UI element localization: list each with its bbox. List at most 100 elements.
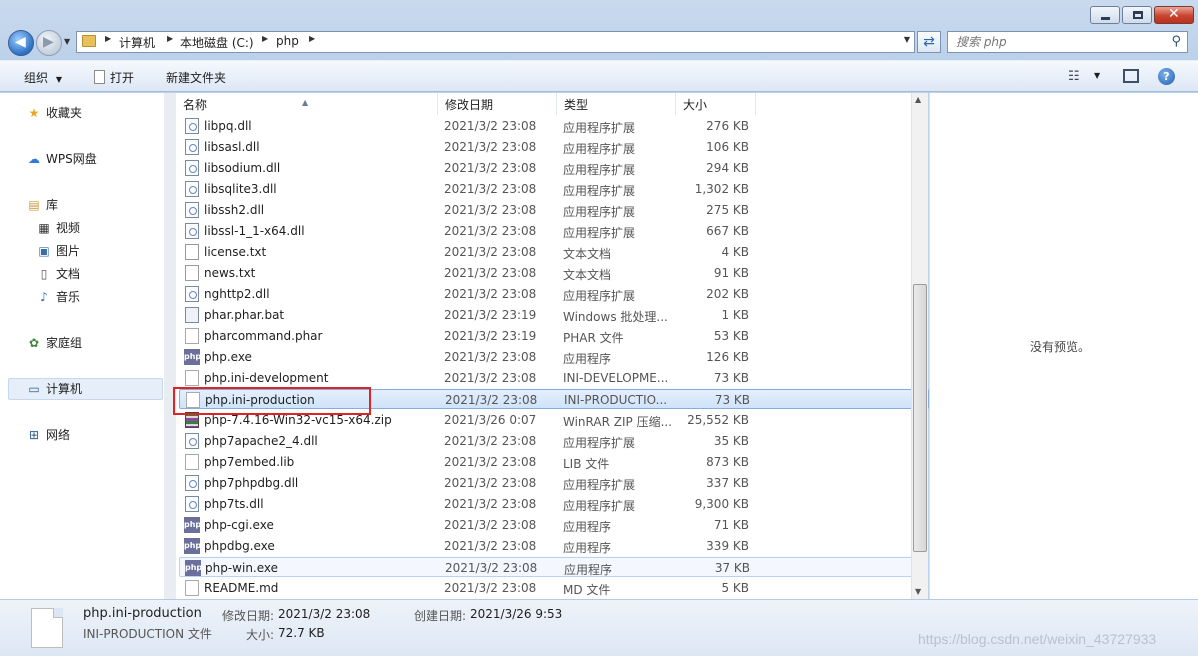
sidebar-item-wps-cloud[interactable]: ☁ WPS网盘	[26, 150, 97, 167]
file-size: 73 KB	[713, 371, 749, 385]
sidebar-item-pictures[interactable]: ▣ 图片	[36, 242, 80, 259]
new-folder-button[interactable]: 新建文件夹	[166, 69, 226, 86]
details-modified-value: 2021/3/2 23:08	[278, 607, 371, 621]
file-row[interactable]: libsasl.dll 2021/3/2 23:08 应用程序扩展 106 KB	[179, 137, 929, 157]
file-row[interactable]: libsqlite3.dll 2021/3/2 23:08 应用程序扩展 1,302 …	[179, 179, 929, 199]
breadcrumb-separator-icon[interactable]: ▶	[167, 34, 173, 43]
file-size: 71 KB	[713, 518, 749, 532]
file-row[interactable]: phar.phar.bat 2021/3/2 23:19 Windows 批处理..…	[179, 305, 929, 325]
file-type: 应用程序	[564, 563, 613, 577]
file-row[interactable]: php php-win.exe 2021/3/2 23:08 应用程序 37 KB	[179, 557, 929, 577]
breadcrumb-php[interactable]: php	[276, 34, 299, 48]
file-row[interactable]: libsodium.dll 2021/3/2 23:08 应用程序扩展 294 KB	[179, 158, 929, 178]
sidebar-item-homegroup[interactable]: ✿ 家庭组	[26, 334, 82, 351]
file-type: WinRAR ZIP 压缩...	[563, 415, 673, 429]
refresh-button[interactable]: ⇄	[917, 31, 941, 53]
file-type: 应用程序扩展	[563, 499, 636, 513]
column-header-label: 修改日期	[445, 98, 494, 112]
file-type: INI-DEVELOPME...	[563, 371, 669, 385]
column-header-label: 类型	[564, 98, 589, 112]
file-row[interactable]: php7embed.lib 2021/3/2 23:08 LIB 文件 873 KB	[179, 452, 929, 472]
file-size: 1 KB	[721, 308, 749, 322]
file-row[interactable]: php.ini-development 2021/3/2 23:08 INI-DEV…	[179, 368, 929, 388]
sidebar-item-favorites[interactable]: ★ 收藏夹	[26, 104, 82, 121]
file-date: 2021/3/2 23:08	[444, 140, 537, 154]
column-header-date[interactable]: 修改日期	[438, 93, 557, 115]
file-row[interactable]: php7apache2_4.dll 2021/3/2 23:08 应用程序扩展 35 …	[179, 431, 929, 451]
file-type: 应用程序	[563, 352, 612, 366]
sidebar-item-music[interactable]: ♪ 音乐	[36, 288, 80, 305]
open-button[interactable]: 打开	[94, 69, 134, 86]
scrollbar-thumb[interactable]	[913, 284, 927, 552]
file-row[interactable]: libpq.dll 2021/3/2 23:08 应用程序扩展 276 KB	[179, 116, 929, 136]
column-header-label: 大小	[683, 98, 708, 112]
file-row[interactable]: php php-cgi.exe 2021/3/2 23:08 应用程序 71 KB	[179, 515, 929, 535]
file-list: 名称 ▲ 修改日期 类型 大小 libpq.dll 2021/3/2 23:08 应…	[176, 93, 929, 599]
file-type: 应用程序	[563, 541, 612, 555]
breadcrumb-local-disk[interactable]: 本地磁盘 (C:)	[180, 34, 254, 51]
dll-file-icon	[185, 118, 199, 134]
file-date: 2021/3/2 23:08	[444, 497, 537, 511]
minimize-button[interactable]	[1090, 6, 1120, 24]
file-row[interactable]: php phpdbg.exe 2021/3/2 23:08 应用程序 339 KB	[179, 536, 929, 556]
help-icon[interactable]: ?	[1158, 68, 1175, 85]
file-list-scrollbar[interactable]: ▲ ▼	[911, 93, 928, 599]
file-row[interactable]: libssl-1_1-x64.dll 2021/3/2 23:08 应用程序扩展 66…	[179, 221, 929, 241]
navigation-scrollbar[interactable]	[164, 93, 176, 599]
sidebar-item-videos[interactable]: ▦ 视频	[36, 219, 80, 236]
file-date: 2021/3/2 23:08	[444, 266, 537, 280]
organize-button[interactable]: 组织 ▼	[24, 69, 62, 86]
recent-pages-dropdown[interactable]: ▼	[64, 37, 70, 46]
view-options-icon[interactable]: ☷	[1068, 69, 1080, 84]
file-row[interactable]: php7phpdbg.dll 2021/3/2 23:08 应用程序扩展 337 KB	[179, 473, 929, 493]
dll-file-icon	[185, 223, 199, 239]
maximize-button[interactable]	[1122, 6, 1152, 24]
back-button[interactable]: ◀	[8, 30, 34, 56]
file-row[interactable]: pharcommand.phar 2021/3/2 23:19 PHAR 文件 53 …	[179, 326, 929, 346]
file-date: 2021/3/2 23:08	[444, 581, 537, 595]
breadcrumb-separator-icon[interactable]: ▶	[105, 34, 111, 43]
file-row[interactable]: libssh2.dll 2021/3/2 23:08 应用程序扩展 275 KB	[179, 200, 929, 220]
sidebar-item-network[interactable]: ⊞ 网络	[26, 426, 70, 443]
file-name: php7phpdbg.dll	[204, 476, 299, 490]
file-size: 91 KB	[713, 266, 749, 280]
scroll-down-icon[interactable]: ▼	[915, 587, 921, 596]
details-filetype: INI-PRODUCTION 文件	[83, 627, 212, 641]
file-date: 2021/3/2 23:08	[444, 518, 537, 532]
address-bar[interactable]: ▶ 计算机 ▶ 本地磁盘 (C:) ▶ php ▶ ▼	[76, 31, 915, 53]
scroll-up-icon[interactable]: ▲	[915, 95, 921, 104]
sidebar-item-label: 收藏夹	[46, 106, 83, 120]
file-size: 35 KB	[713, 434, 749, 448]
search-icon[interactable]: ⚲	[1171, 34, 1181, 49]
breadcrumb-computer[interactable]: 计算机	[119, 34, 155, 51]
address-dropdown-icon[interactable]: ▼	[904, 35, 910, 44]
column-header-type[interactable]: 类型	[557, 93, 676, 115]
preview-pane-toggle-icon[interactable]	[1123, 69, 1139, 83]
search-box[interactable]: ⚲	[947, 31, 1188, 53]
column-header-name[interactable]: 名称 ▲	[176, 93, 438, 115]
search-input[interactable]	[956, 33, 1166, 51]
close-button[interactable]: ✕	[1154, 6, 1194, 24]
breadcrumb-separator-icon[interactable]: ▶	[309, 34, 315, 43]
sidebar-item-library[interactable]: ▤ 库	[26, 196, 58, 213]
file-row[interactable]: php7ts.dll 2021/3/2 23:08 应用程序扩展 9,300 KB	[179, 494, 929, 514]
dll-file-icon	[185, 286, 199, 302]
file-type: PHAR 文件	[563, 331, 624, 345]
file-row[interactable]: license.txt 2021/3/2 23:08 文本文档 4 KB	[179, 242, 929, 262]
sidebar-item-computer[interactable]: ▭ 计算机	[26, 380, 82, 397]
forward-button[interactable]: ▶	[36, 30, 62, 56]
file-type: 应用程序扩展	[563, 121, 636, 135]
column-header-size[interactable]: 大小	[676, 93, 756, 115]
file-row[interactable]: php php.exe 2021/3/2 23:08 应用程序 126 KB	[179, 347, 929, 367]
preview-pane: 没有预览。	[929, 93, 1198, 599]
file-row[interactable]: README.md 2021/3/2 23:08 MD 文件 5 KB	[179, 578, 929, 598]
document-icon: ▯	[40, 267, 48, 281]
details-pane: php.ini-production INI-PRODUCTION 文件 修改日…	[0, 599, 1198, 656]
sidebar-item-label: 网络	[46, 428, 71, 442]
file-row[interactable]: nghttp2.dll 2021/3/2 23:08 应用程序扩展 202 KB	[179, 284, 929, 304]
chevron-down-icon[interactable]: ▼	[1094, 71, 1100, 80]
file-row[interactable]: news.txt 2021/3/2 23:08 文本文档 91 KB	[179, 263, 929, 283]
blank-file-icon	[185, 370, 199, 386]
breadcrumb-separator-icon[interactable]: ▶	[262, 34, 268, 43]
sidebar-item-documents[interactable]: ▯ 文档	[36, 265, 80, 282]
